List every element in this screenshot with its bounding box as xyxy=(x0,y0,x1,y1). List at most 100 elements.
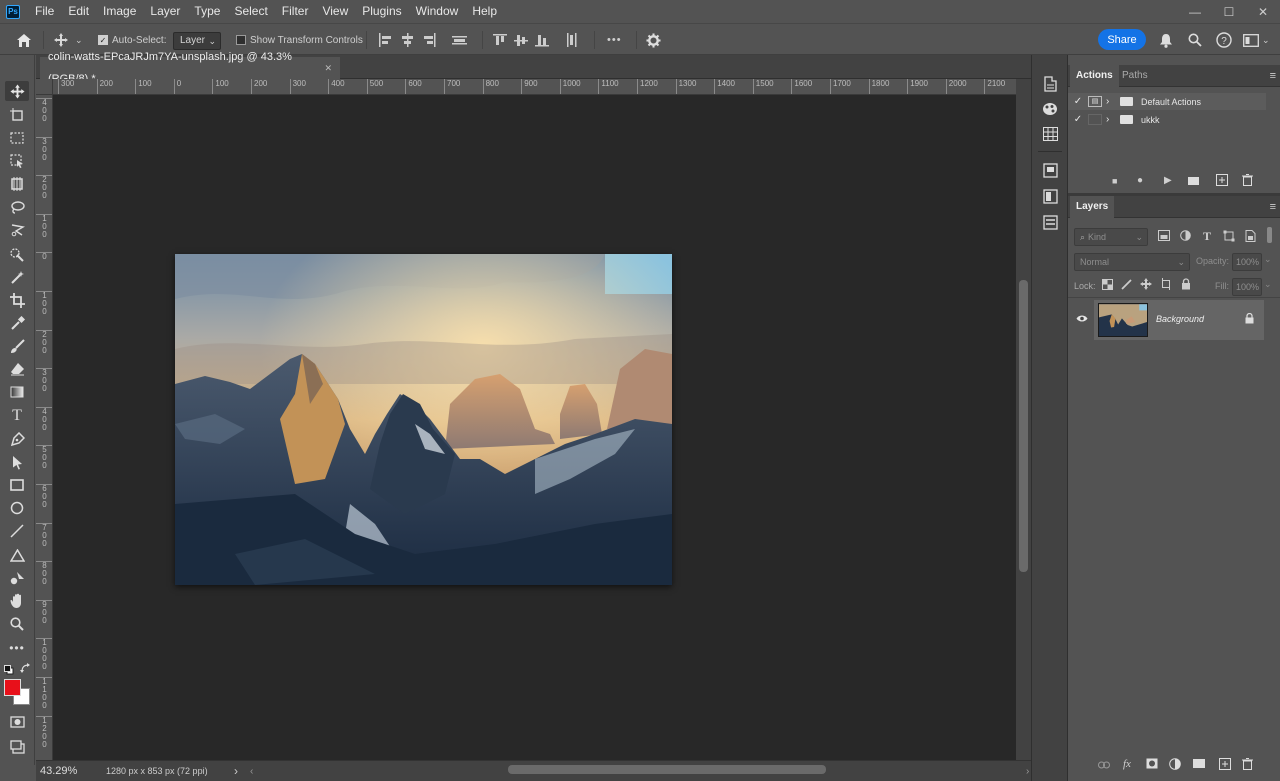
action-toggle-checkmark-icon[interactable]: ✓ xyxy=(1068,114,1088,125)
layer-name[interactable]: Background xyxy=(1156,314,1204,324)
record-icon[interactable]: ● xyxy=(1137,175,1143,186)
close-window-button[interactable]: ✕ xyxy=(1246,0,1280,23)
link-layers-icon[interactable] xyxy=(1098,760,1110,772)
menu-window[interactable]: Window xyxy=(409,0,466,23)
document-tab[interactable]: colin-watts-EPcaJRJm7YA-unsplash.jpg @ 4… xyxy=(40,51,340,85)
vertical-scrollbar-thumb[interactable] xyxy=(1019,280,1028,572)
quick-mask-icon[interactable] xyxy=(5,712,29,732)
tab-paths[interactable]: Paths xyxy=(1116,65,1154,87)
menu-filter[interactable]: Filter xyxy=(275,0,316,23)
lock-all-icon[interactable] xyxy=(1181,278,1191,293)
tab-actions[interactable]: Actions xyxy=(1070,65,1119,87)
new-layer-icon[interactable] xyxy=(1219,758,1231,773)
play-icon[interactable]: ▶ xyxy=(1164,175,1172,186)
expand-chevron-icon[interactable]: › xyxy=(1106,114,1120,125)
content-aware-tool-icon[interactable] xyxy=(5,174,29,194)
foreground-color-swatch[interactable] xyxy=(4,679,21,696)
layer-style-fx-icon[interactable]: fx xyxy=(1123,758,1131,770)
align-top-icon[interactable] xyxy=(493,33,507,47)
filter-shape-layers-icon[interactable] xyxy=(1223,230,1235,245)
distribute-vertical-icon[interactable] xyxy=(452,33,467,47)
bell-icon[interactable] xyxy=(1159,24,1173,56)
fill-input[interactable]: 100% xyxy=(1232,278,1262,296)
lock-position-icon[interactable] xyxy=(1140,278,1152,293)
lasso-tool-icon[interactable] xyxy=(5,197,29,217)
new-action-icon[interactable] xyxy=(1216,174,1228,189)
screen-mode-icon[interactable] xyxy=(5,737,29,757)
adjustments-icon[interactable] xyxy=(1041,187,1059,205)
share-button[interactable]: Share xyxy=(1098,29,1146,50)
ruler-origin[interactable] xyxy=(36,79,53,95)
edit-toolbar-icon[interactable]: ••• xyxy=(5,638,29,658)
photoshop-logo-icon[interactable]: Ps xyxy=(6,4,20,19)
horizontal-ruler[interactable]: 300 200 100 0 100 200 300 400 500 600 700 800 900 100… xyxy=(53,79,1016,95)
history-icon[interactable] xyxy=(1041,75,1059,93)
expand-chevron-icon[interactable]: › xyxy=(1106,96,1120,107)
gear-icon[interactable] xyxy=(646,24,661,56)
quick-selection-tool-icon[interactable] xyxy=(5,244,29,264)
layer-filter-kind-dropdown[interactable]: ⌕ Kind ⌄ xyxy=(1074,228,1148,246)
add-layer-mask-icon[interactable] xyxy=(1146,758,1158,772)
menu-help[interactable]: Help xyxy=(465,0,504,23)
new-group-folder-icon[interactable] xyxy=(1193,759,1205,771)
document-image[interactable] xyxy=(175,254,672,585)
rectangular-marquee-tool-icon[interactable] xyxy=(5,128,29,148)
panel-menu-icon[interactable]: ≡ xyxy=(1270,201,1276,213)
filter-type-layers-icon[interactable]: T xyxy=(1203,229,1211,244)
close-tab-icon[interactable]: ✕ xyxy=(324,57,332,79)
custom-shape-tool-icon[interactable] xyxy=(5,568,29,588)
new-set-folder-icon[interactable] xyxy=(1188,176,1199,188)
swatches-icon[interactable] xyxy=(1041,125,1059,143)
dialog-toggle-icon[interactable]: ▤ xyxy=(1088,96,1102,107)
tab-layers[interactable]: Layers xyxy=(1070,196,1115,218)
scroll-left-icon[interactable]: ‹ xyxy=(250,766,253,777)
dialog-toggle-icon[interactable] xyxy=(1088,114,1102,125)
swap-colors-icon[interactable] xyxy=(20,663,32,675)
libraries-icon[interactable] xyxy=(1041,161,1059,179)
status-menu-arrow[interactable]: › xyxy=(234,764,238,778)
minimize-button[interactable]: — xyxy=(1178,0,1212,23)
crop-tool-icon[interactable] xyxy=(5,290,29,310)
line-tool-icon[interactable] xyxy=(5,521,29,541)
panel-menu-icon[interactable]: ≡ xyxy=(1270,70,1276,82)
trash-icon[interactable] xyxy=(1242,174,1253,189)
filter-pixel-layers-icon[interactable] xyxy=(1158,230,1170,244)
lock-artboard-icon[interactable] xyxy=(1160,278,1172,293)
delete-layer-trash-icon[interactable] xyxy=(1242,758,1253,773)
magic-wand-tool-icon[interactable] xyxy=(5,267,29,287)
distribute-horizontal-icon[interactable] xyxy=(564,33,578,47)
home-icon[interactable] xyxy=(16,24,32,56)
lock-transparent-pixels-icon[interactable] xyxy=(1102,279,1113,293)
polygonal-lasso-tool-icon[interactable] xyxy=(5,220,29,240)
maximize-button[interactable]: ☐ xyxy=(1212,0,1246,23)
menu-type[interactable]: Type xyxy=(187,0,227,23)
artboard-tool-icon[interactable] xyxy=(5,105,29,125)
eye-icon[interactable] xyxy=(1076,314,1088,326)
rectangle-tool-icon[interactable] xyxy=(5,475,29,495)
menu-image[interactable]: Image xyxy=(96,0,143,23)
gradient-tool-icon[interactable] xyxy=(5,382,29,402)
action-toggle-checkmark-icon[interactable]: ✓ xyxy=(1068,96,1088,107)
properties-icon[interactable] xyxy=(1041,213,1059,231)
brush-tool-icon[interactable] xyxy=(5,336,29,356)
action-set-row[interactable]: ✓ ▤ › Default Actions xyxy=(1068,93,1266,110)
filter-adjustment-layers-icon[interactable] xyxy=(1180,230,1191,244)
hand-tool-icon[interactable] xyxy=(5,591,29,611)
layer-row-background[interactable]: Background xyxy=(1094,300,1264,340)
path-selection-tool-icon[interactable] xyxy=(5,452,29,472)
chevron-down-icon[interactable]: ⌄ xyxy=(1264,279,1272,290)
filter-toggle-switch[interactable] xyxy=(1267,227,1272,243)
menu-file[interactable]: File xyxy=(28,0,61,23)
horizontal-scrollbar-thumb[interactable] xyxy=(508,765,826,774)
zoom-tool-icon[interactable] xyxy=(5,614,29,634)
color-icon[interactable] xyxy=(1041,100,1059,118)
scroll-right-icon[interactable]: › xyxy=(1026,766,1029,777)
help-icon[interactable]: ? xyxy=(1216,24,1232,56)
workspace-icon[interactable]: ⌄ xyxy=(1243,24,1270,56)
menu-plugins[interactable]: Plugins xyxy=(355,0,408,23)
opacity-input[interactable]: 100% xyxy=(1232,253,1262,271)
action-set-row[interactable]: ✓ › ukkk xyxy=(1068,111,1266,128)
adjustment-layer-icon[interactable] xyxy=(1169,758,1181,773)
object-selection-tool-icon[interactable] xyxy=(5,151,29,171)
align-horizontal-center-icon[interactable] xyxy=(400,33,415,47)
